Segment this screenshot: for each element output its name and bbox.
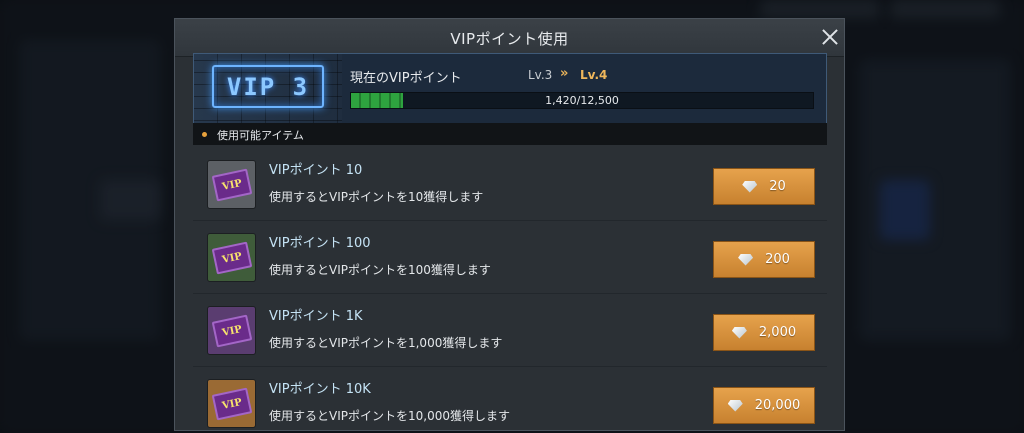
diamond-icon xyxy=(738,253,754,266)
vip-ticket-icon: VIP xyxy=(211,314,252,347)
bullet-icon xyxy=(202,132,207,137)
vip-points-dialog: VIPポイント使用 VIP 3 現在のVIPポイント Lv.3 » Lv.4 1… xyxy=(174,18,845,431)
item-name: VIPポイント 10 xyxy=(269,163,363,178)
price: 20 xyxy=(769,179,786,194)
price: 200 xyxy=(765,252,790,267)
progress-text: 1,420/12,500 xyxy=(545,94,619,107)
current-level: Lv.3 xyxy=(528,68,553,82)
list-item: VIP VIPポイント 100 使用するとVIPポイントを100獲得します 20… xyxy=(193,220,827,294)
item-icon: VIP xyxy=(207,160,256,209)
close-icon[interactable] xyxy=(819,26,841,48)
buy-button[interactable]: 20,000 xyxy=(713,387,815,424)
list-item: VIP VIPポイント 10 使用するとVIPポイントを10獲得します 20 xyxy=(193,147,827,221)
vip-ticket-icon: VIP xyxy=(211,387,252,420)
list-item: VIP VIPポイント 1K 使用するとVIPポイントを1,000獲得します 2… xyxy=(193,293,827,367)
section-header: 使用可能アイテム xyxy=(193,123,827,145)
item-name: VIPポイント 10K xyxy=(269,382,371,397)
item-description: 使用するとVIPポイントを10獲得します xyxy=(269,190,484,204)
vip-progress-bar: 1,420/12,500 xyxy=(350,92,814,109)
item-name: VIPポイント 1K xyxy=(269,309,363,324)
vip-ticket-icon: VIP xyxy=(211,168,252,201)
item-icon: VIP xyxy=(207,233,256,282)
item-description: 使用するとVIPポイントを10,000獲得します xyxy=(269,409,510,423)
double-chevron-icon: » xyxy=(560,66,569,81)
current-vip-points-label: 現在のVIPポイント xyxy=(350,71,462,86)
next-level: Lv.4 xyxy=(580,68,608,82)
item-description: 使用するとVIPポイントを1,000獲得します xyxy=(269,336,503,350)
buy-button[interactable]: 2,000 xyxy=(713,314,815,351)
item-name: VIPポイント 100 xyxy=(269,236,371,251)
diamond-icon xyxy=(731,326,747,339)
buy-button[interactable]: 200 xyxy=(713,241,815,278)
vip-status-panel: VIP 3 現在のVIPポイント Lv.3 » Lv.4 1,420/12,50… xyxy=(193,53,827,131)
item-description: 使用するとVIPポイントを100獲得します xyxy=(269,263,491,277)
dialog-title: VIPポイント使用 xyxy=(450,30,569,48)
diamond-icon xyxy=(742,180,758,193)
title-bar: VIPポイント使用 xyxy=(175,19,844,57)
section-title: 使用可能アイテム xyxy=(217,129,304,142)
diamond-icon xyxy=(727,399,743,412)
vip-level-badge: VIP 3 xyxy=(212,65,324,108)
buy-button[interactable]: 20 xyxy=(713,168,815,205)
price: 2,000 xyxy=(758,325,797,340)
vip-ticket-icon: VIP xyxy=(211,241,252,274)
item-list: VIP VIPポイント 10 使用するとVIPポイントを10獲得します 20 V… xyxy=(193,147,827,430)
item-icon: VIP xyxy=(207,379,256,428)
price: 20,000 xyxy=(754,398,801,413)
list-item: VIP VIPポイント 10K 使用するとVIPポイントを10,000獲得します… xyxy=(193,366,827,430)
item-icon: VIP xyxy=(207,306,256,355)
